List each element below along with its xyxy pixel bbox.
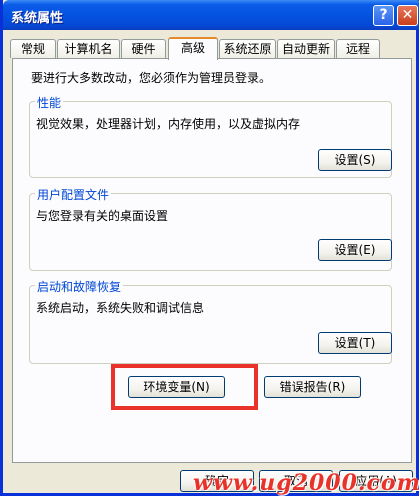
- user-profiles-desc: 与您登录有关的桌面设置: [36, 209, 169, 223]
- startup-recovery-settings-button[interactable]: 设置(T): [318, 332, 392, 354]
- admin-notice: 要进行大多数改动，您必须作为管理员登录。: [31, 71, 272, 85]
- tab-computer-name[interactable]: 计算机名: [57, 39, 120, 58]
- performance-desc: 视觉效果，处理器计划，内存使用，以及虚拟内存: [36, 117, 301, 131]
- performance-group: 性能 视觉效果，处理器计划，内存使用，以及虚拟内存 设置(S): [29, 94, 392, 178]
- help-button[interactable]: ?: [373, 5, 394, 26]
- error-reporting-button[interactable]: 错误报告(R): [264, 376, 361, 398]
- system-properties-window: 系统属性 ? ✕ 常规 计算机名 硬件 高级 系统还原 自动更新 远程 要进行大…: [0, 0, 419, 496]
- window-title: 系统属性: [11, 11, 64, 26]
- user-profiles-label: 用户配置文件: [35, 186, 112, 203]
- startup-recovery-group: 启动和故障恢复 系统启动，系统失败和调试信息 设置(T): [29, 278, 392, 364]
- tab-system-restore[interactable]: 系统还原: [219, 39, 276, 58]
- highlight-box: [111, 364, 258, 410]
- close-button[interactable]: ✕: [397, 5, 418, 26]
- user-profiles-settings-button[interactable]: 设置(E): [318, 239, 392, 261]
- tab-general[interactable]: 常规: [10, 39, 56, 58]
- tab-hardware[interactable]: 硬件: [121, 39, 166, 58]
- tab-remote[interactable]: 远程: [336, 39, 380, 58]
- startup-recovery-desc: 系统启动，系统失败和调试信息: [36, 301, 205, 315]
- performance-label: 性能: [35, 94, 64, 111]
- startup-recovery-label: 启动和故障恢复: [35, 278, 124, 295]
- title-bar[interactable]: 系统属性 ? ✕: [3, 0, 419, 30]
- watermark: www.ug2000.com: [193, 470, 419, 496]
- tab-automatic-updates[interactable]: 自动更新: [277, 39, 335, 58]
- performance-settings-button[interactable]: 设置(S): [318, 149, 392, 171]
- tab-advanced[interactable]: 高级: [168, 37, 218, 60]
- user-profiles-group: 用户配置文件 与您登录有关的桌面设置 设置(E): [29, 186, 392, 271]
